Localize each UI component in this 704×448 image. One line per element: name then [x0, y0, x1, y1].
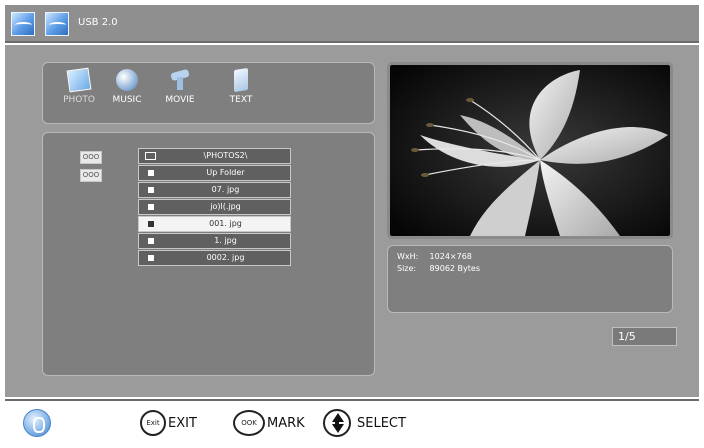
list-item-selected[interactable]: 001. jpg [138, 216, 291, 232]
resolution-value: 1024×768 [429, 252, 472, 261]
list-item-label: 0002. jpg [206, 253, 245, 262]
exit-key-icon: Exit [140, 410, 166, 436]
tab-photo[interactable]: PHOTO [54, 67, 104, 105]
tab-label: MOVIE [165, 95, 195, 105]
tab-label: TEXT [229, 95, 253, 105]
list-item[interactable]: 1. jpg [138, 233, 291, 249]
list-item-label: Up Folder [206, 168, 245, 177]
up-folder-icon [148, 170, 154, 176]
image-file-icon [148, 221, 154, 227]
mark-label: MARK [267, 415, 305, 431]
file-list: \PHOTOS2\ Up Folder 07. jpg jo)l(.jpg 00… [138, 148, 291, 267]
exit-label: EXIT [168, 415, 197, 431]
image-preview [387, 62, 673, 239]
select-label: SELECT [357, 415, 406, 431]
file-browser-panel: OOO OOO \PHOTOS2\ Up Folder 07. jpg jo)l… [42, 132, 375, 376]
photo-icon [66, 67, 92, 93]
image-file-icon [148, 255, 154, 261]
list-item[interactable]: 07. jpg [138, 182, 291, 198]
side-button-1[interactable]: OOO [80, 151, 102, 164]
list-item[interactable]: jo)l(.jpg [138, 199, 291, 215]
movie-icon [169, 69, 191, 91]
file-size-value: 89062 Bytes [429, 264, 480, 273]
list-item-up-folder[interactable]: Up Folder [138, 165, 291, 181]
file-size-line: Size: 89062 Bytes [397, 264, 480, 273]
image-file-icon [148, 204, 154, 210]
mark-hint[interactable]: OOK MARK [233, 409, 305, 437]
image-file-icon [148, 238, 154, 244]
usb-drive-icon[interactable] [45, 12, 69, 36]
image-info-panel: WxH: 1024×768 Size: 89062 Bytes [387, 245, 673, 313]
usb-drive-icon[interactable] [11, 12, 35, 36]
media-player-screen: USB 2.0 PHOTO MUSIC MOVIE TEXT OOO OOO \… [0, 0, 704, 448]
list-item-label: 001. jpg [209, 219, 242, 228]
tab-label: PHOTO [63, 95, 95, 105]
list-item-label: 07. jpg [211, 185, 240, 194]
folder-path-icon [145, 152, 156, 160]
list-item-label: jo)l(.jpg [210, 202, 241, 211]
music-icon [116, 69, 138, 91]
list-item-label: \PHOTOS2\ [203, 151, 248, 160]
page-indicator: 1/5 [612, 327, 677, 346]
file-size-key: Size: [397, 264, 417, 273]
list-item-label: 1. jpg [214, 236, 237, 245]
source-label: USB 2.0 [78, 17, 118, 28]
resolution-line: WxH: 1024×768 [397, 252, 472, 261]
side-button-2[interactable]: OOO [80, 169, 102, 182]
resolution-key: WxH: [397, 252, 419, 261]
ok-key-icon: OOK [233, 410, 265, 436]
media-type-tabs: PHOTO MUSIC MOVIE TEXT [42, 62, 375, 124]
tab-label: MUSIC [112, 95, 142, 105]
main-area: PHOTO MUSIC MOVIE TEXT OOO OOO \PHOTOS2\… [5, 45, 699, 397]
list-item-folder-path[interactable]: \PHOTOS2\ [138, 148, 291, 164]
brand-logo-icon [23, 409, 51, 437]
tab-text[interactable]: TEXT [216, 68, 266, 105]
tab-music[interactable]: MUSIC [102, 69, 152, 105]
exit-hint[interactable]: Exit EXIT [140, 409, 197, 437]
image-file-icon [148, 187, 154, 193]
flower-photo [390, 65, 670, 236]
up-down-arrows-icon [323, 409, 351, 437]
tab-movie[interactable]: MOVIE [155, 69, 205, 105]
bottom-hint-bar: Exit EXIT OOK MARK SELECT [5, 399, 699, 443]
list-item[interactable]: 0002. jpg [138, 250, 291, 266]
select-hint[interactable]: SELECT [323, 409, 406, 437]
text-icon [234, 68, 248, 92]
top-bar: USB 2.0 [5, 5, 699, 43]
